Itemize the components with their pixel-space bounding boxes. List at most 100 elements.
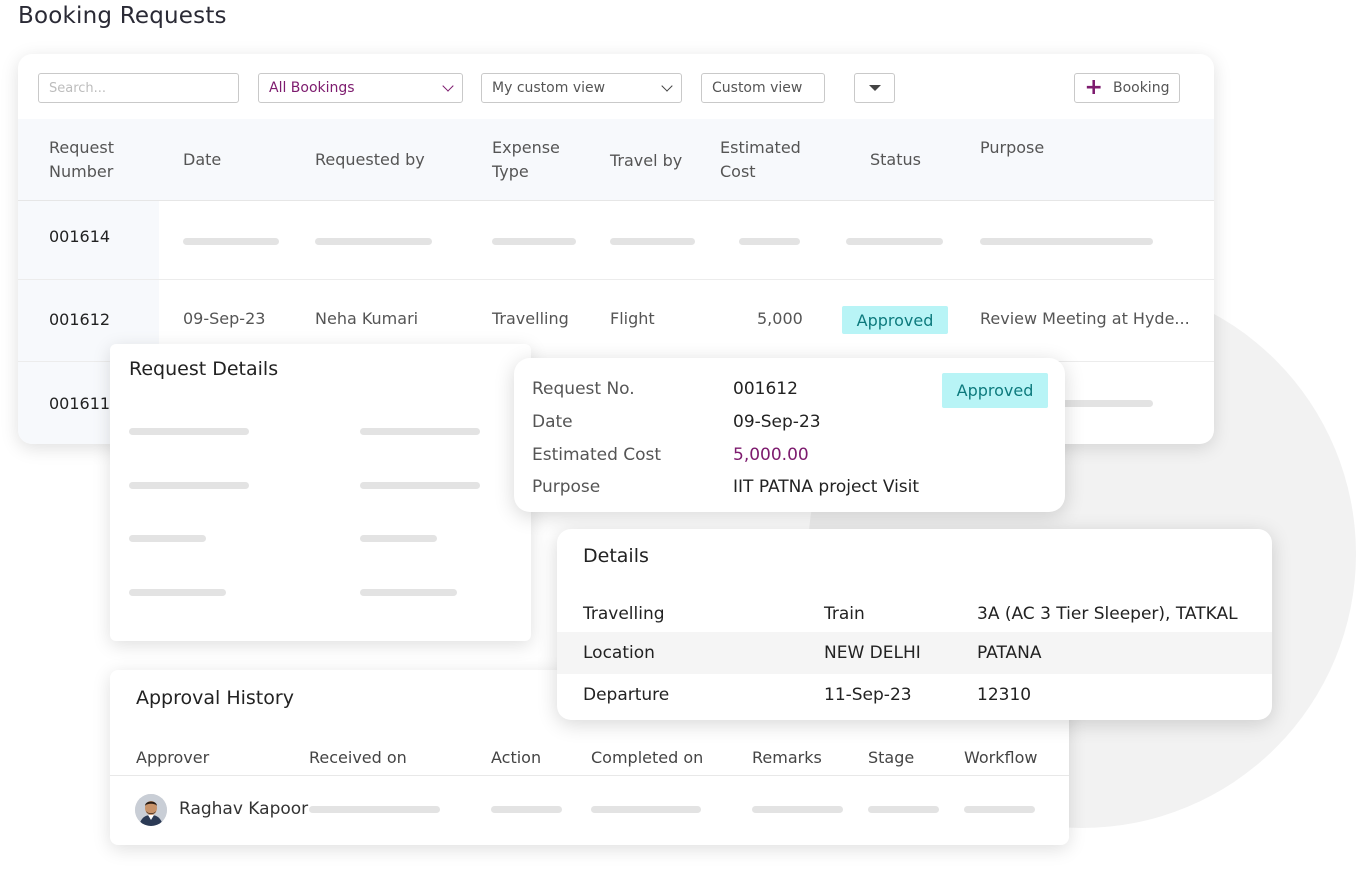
status-badge: Approved bbox=[842, 306, 948, 334]
request-number[interactable]: 001612 bbox=[49, 310, 110, 329]
row-travel-by: Flight bbox=[610, 309, 655, 328]
request-no-value: 001612 bbox=[733, 379, 798, 399]
skeleton-placeholder bbox=[752, 806, 843, 813]
search-input[interactable]: Search... bbox=[38, 73, 239, 103]
add-booking-label: Booking bbox=[1112, 80, 1170, 96]
skeleton-placeholder bbox=[491, 806, 562, 813]
skeleton-placeholder bbox=[868, 806, 939, 813]
details-row: Travelling Train 3A (AC 3 Tier Sleeper),… bbox=[557, 593, 1272, 635]
details-value: Train bbox=[824, 604, 865, 624]
estimated-cost-label: Estimated Cost bbox=[532, 445, 662, 465]
approver-name: Raghav Kapoor bbox=[179, 799, 309, 819]
skeleton-placeholder bbox=[964, 806, 1035, 813]
skeleton-placeholder bbox=[846, 238, 943, 245]
header-text: Cost bbox=[720, 162, 756, 181]
header-purpose[interactable]: Purpose bbox=[980, 136, 1044, 160]
skeleton-placeholder bbox=[360, 482, 480, 489]
view-select-value: My custom view bbox=[492, 80, 606, 96]
details-value: 3A (AC 3 Tier Sleeper), TATKAL bbox=[977, 604, 1238, 624]
skeleton-placeholder bbox=[739, 238, 800, 245]
bookings-filter-value: All Bookings bbox=[269, 80, 355, 96]
header-text: Request bbox=[49, 138, 114, 157]
details-row: Location NEW DELHI PATANA bbox=[557, 632, 1272, 674]
row-requested-by: Neha Kumari bbox=[315, 309, 419, 328]
request-number[interactable]: 001611 bbox=[49, 394, 110, 413]
header-expense-type[interactable]: Expense Type bbox=[492, 136, 560, 184]
estimated-cost-value: 5,000.00 bbox=[733, 445, 809, 465]
header-received-on: Received on bbox=[309, 748, 407, 767]
bookings-filter-select[interactable]: All Bookings bbox=[258, 73, 463, 103]
skeleton-placeholder bbox=[129, 535, 206, 542]
row-purpose: Review Meeting at Hyde... bbox=[980, 309, 1190, 328]
request-number[interactable]: 001614 bbox=[49, 227, 110, 246]
header-remarks: Remarks bbox=[752, 748, 822, 767]
skeleton-placeholder bbox=[360, 535, 437, 542]
page-title: Booking Requests bbox=[18, 3, 227, 29]
skeleton-placeholder bbox=[492, 238, 576, 245]
skeleton-placeholder bbox=[591, 806, 701, 813]
request-summary-popup: Request No. 001612 Approved Date 09-Sep-… bbox=[514, 358, 1065, 512]
header-completed-on: Completed on bbox=[591, 748, 704, 767]
details-card: Details Travelling Train 3A (AC 3 Tier S… bbox=[557, 529, 1272, 720]
skeleton-placeholder bbox=[980, 238, 1153, 245]
skeleton-placeholder bbox=[309, 806, 440, 813]
skeleton-placeholder bbox=[360, 428, 480, 435]
header-text: Expense bbox=[492, 138, 560, 157]
table-header: Request Number Date Requested by Expense… bbox=[18, 119, 1214, 201]
date-label: Date bbox=[532, 412, 573, 432]
request-details-title: Request Details bbox=[129, 358, 279, 380]
plus-icon: + bbox=[1084, 75, 1103, 100]
details-label: Location bbox=[583, 643, 655, 663]
dropdown-toggle-button[interactable] bbox=[854, 73, 895, 103]
request-details-card: Request Details bbox=[110, 344, 531, 641]
view-select[interactable]: My custom view bbox=[481, 73, 682, 103]
details-title: Details bbox=[583, 545, 649, 567]
search-placeholder: Search... bbox=[49, 80, 107, 96]
header-estimated-cost[interactable]: Estimated Cost bbox=[720, 136, 801, 184]
header-requested-by[interactable]: Requested by bbox=[315, 148, 425, 172]
status-badge: Approved bbox=[942, 373, 1048, 408]
chevron-down-icon bbox=[661, 80, 673, 92]
avatar bbox=[135, 794, 167, 826]
header-stage: Stage bbox=[868, 748, 915, 767]
skeleton-placeholder bbox=[183, 238, 279, 245]
header-text: Type bbox=[492, 162, 529, 181]
add-booking-button[interactable]: + Booking bbox=[1074, 73, 1180, 103]
divider bbox=[110, 775, 1069, 776]
skeleton-placeholder bbox=[360, 589, 457, 596]
request-no-label: Request No. bbox=[532, 379, 635, 399]
details-value: 12310 bbox=[977, 685, 1032, 705]
date-value: 09-Sep-23 bbox=[733, 412, 821, 432]
header-workflow: Workflow bbox=[964, 748, 1038, 767]
row-date: 09-Sep-23 bbox=[183, 309, 266, 328]
skeleton-placeholder bbox=[610, 238, 695, 245]
purpose-label: Purpose bbox=[532, 477, 601, 497]
header-date[interactable]: Date bbox=[183, 148, 221, 172]
skeleton-placeholder bbox=[129, 589, 226, 596]
details-value: NEW DELHI bbox=[824, 643, 921, 663]
header-approver: Approver bbox=[136, 748, 210, 767]
row-estimated-cost: 5,000 bbox=[757, 309, 803, 328]
details-label: Travelling bbox=[583, 604, 665, 624]
details-value: 11-Sep-23 bbox=[824, 685, 912, 705]
caret-down-icon bbox=[868, 85, 881, 91]
header-request-number[interactable]: Request Number bbox=[49, 136, 114, 184]
header-text: Estimated bbox=[720, 138, 801, 157]
skeleton-placeholder bbox=[129, 428, 249, 435]
details-value: PATANA bbox=[977, 643, 1042, 663]
skeleton-placeholder bbox=[129, 482, 249, 489]
custom-view-label: Custom view bbox=[712, 80, 803, 96]
row-expense-type: Travelling bbox=[492, 309, 569, 328]
header-status[interactable]: Status bbox=[870, 148, 921, 172]
skeleton-placeholder bbox=[315, 238, 432, 245]
approval-history-title: Approval History bbox=[136, 687, 294, 709]
details-row: Departure 11-Sep-23 12310 bbox=[557, 674, 1272, 716]
skeleton-placeholder bbox=[1058, 400, 1153, 407]
header-action: Action bbox=[491, 748, 542, 767]
table-row[interactable]: 001614 bbox=[18, 201, 1214, 280]
chevron-down-icon bbox=[442, 80, 454, 92]
header-travel-by[interactable]: Travel by bbox=[610, 149, 682, 173]
purpose-value: IIT PATNA project Visit bbox=[733, 477, 920, 497]
header-text: Number bbox=[49, 162, 114, 181]
custom-view-field[interactable]: Custom view bbox=[701, 73, 825, 103]
